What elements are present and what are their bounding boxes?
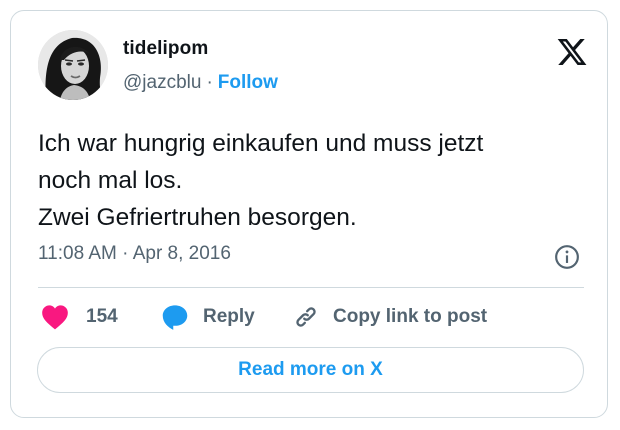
- avatar[interactable]: [38, 30, 108, 100]
- x-logo-icon[interactable]: [556, 36, 588, 68]
- author-display-name[interactable]: tidelipom: [123, 38, 208, 60]
- reply-button[interactable]: Reply: [161, 301, 255, 333]
- tweet-text: Ich war hungrig einkaufen und muss jetzt…: [38, 130, 484, 231]
- copy-link-label: Copy link to post: [333, 306, 488, 327]
- like-count: 154: [86, 306, 118, 327]
- separator-dot: ·: [206, 72, 213, 93]
- copy-link-button[interactable]: Copy link to post: [292, 301, 487, 333]
- heart-icon: [42, 305, 68, 330]
- reply-bubble-icon: [162, 305, 188, 330]
- info-icon[interactable]: [554, 244, 580, 270]
- reply-label: Reply: [203, 306, 255, 327]
- like-button[interactable]: 154: [41, 301, 118, 333]
- author-handle[interactable]: @jazcblu: [123, 72, 201, 93]
- divider: [38, 287, 584, 288]
- read-more-button[interactable]: Read more on X: [37, 347, 584, 393]
- tweet-timestamp[interactable]: 11:08 AM · Apr 8, 2016: [38, 243, 231, 265]
- tweet-card: tidelipom @jazcblu · Follow Ich war hungri…: [10, 10, 608, 418]
- author-subline: @jazcblu · Follow: [123, 72, 278, 94]
- link-icon: [296, 307, 316, 327]
- follow-link[interactable]: Follow: [218, 72, 278, 93]
- avatar-photo: [38, 30, 108, 100]
